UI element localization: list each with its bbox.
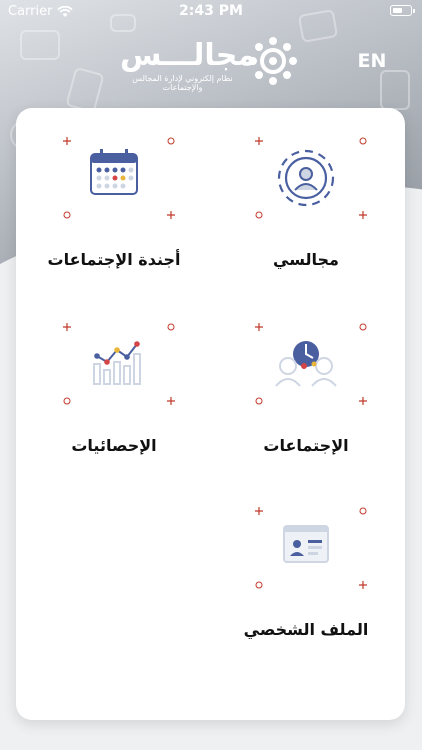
decor-plus-icon — [63, 323, 71, 331]
calendar-icon — [74, 138, 154, 218]
app-logo: مجالـــس نظام إلكتروني لإدارة المجالس وا… — [120, 36, 300, 92]
menu-tile-meetings[interactable]: الإجتماعات — [216, 323, 396, 474]
decor-plus-icon — [167, 211, 175, 219]
menu-tile-my-councils[interactable]: مجالسي — [216, 137, 396, 288]
bar-chart-icon — [74, 324, 154, 404]
menu-label-my-councils: مجالسي — [273, 250, 339, 269]
decor-ring-icon — [63, 211, 71, 219]
menu-label-meetings-agenda: أجندة الإجتماعات — [47, 250, 181, 269]
decor-ring-icon — [167, 137, 175, 145]
decor-plus-icon — [255, 507, 263, 515]
decor-ring-icon — [255, 397, 263, 405]
menu-tile-profile[interactable]: الملف الشخصي — [216, 507, 396, 658]
decor-plus-icon — [359, 211, 367, 219]
battery-icon — [390, 5, 415, 16]
logo-wordmark: مجالـــس — [120, 38, 256, 73]
meeting-people-icon — [266, 324, 346, 404]
decor-ring-icon — [255, 211, 263, 219]
main-menu-card: مجالسي أجندة الإجتماعات الإجتماعات الإحص… — [16, 108, 405, 720]
decor-ring-icon — [359, 507, 367, 515]
menu-label-meetings: الإجتماعات — [263, 436, 349, 455]
decor-plus-icon — [255, 137, 263, 145]
decor-plus-icon — [359, 397, 367, 405]
id-card-icon — [266, 508, 346, 588]
clock: 2:43 PM — [179, 3, 243, 19]
decor-plus-icon — [255, 323, 263, 331]
decor-ring-icon — [359, 323, 367, 331]
menu-tile-meetings-agenda[interactable]: أجندة الإجتماعات — [24, 137, 204, 288]
decor-ring-icon — [255, 581, 263, 589]
decor-ring-icon — [167, 323, 175, 331]
decor-ring-icon — [63, 397, 71, 405]
decor-ring-icon — [359, 137, 367, 145]
menu-label-profile: الملف الشخصي — [243, 620, 369, 639]
decor-plus-icon — [63, 137, 71, 145]
status-bar: Carrier 2:43 PM — [0, 0, 422, 22]
decor-plus-icon — [167, 397, 175, 405]
decor-plus-icon — [359, 581, 367, 589]
language-toggle-button[interactable]: EN — [354, 48, 390, 74]
logo-gear-icon — [249, 37, 297, 85]
menu-label-statistics: الإحصائيات — [71, 436, 157, 455]
logo-tagline: نظام إلكتروني لإدارة المجالس والإجتماعات — [132, 74, 233, 92]
menu-tile-statistics[interactable]: الإحصائيات — [24, 323, 204, 474]
council-gear-person-icon — [266, 138, 346, 218]
